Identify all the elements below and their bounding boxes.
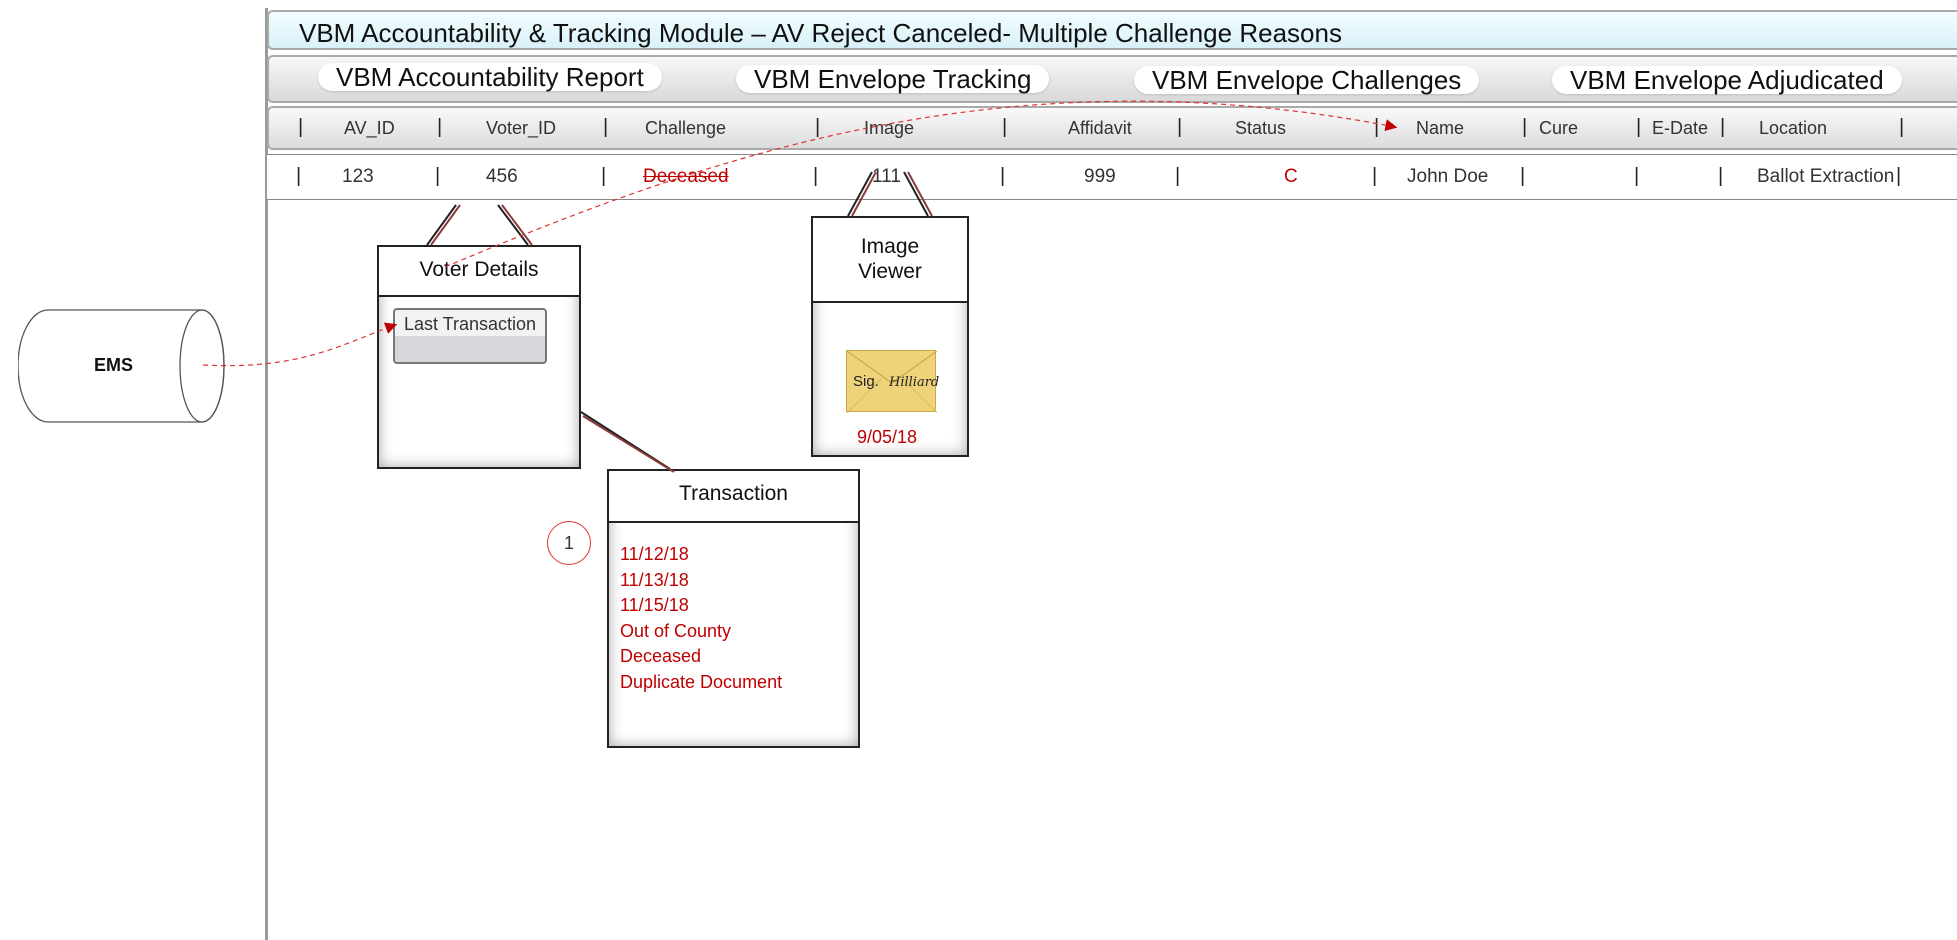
column-separator: |: [815, 116, 821, 138]
column-separator: |: [1720, 116, 1726, 138]
column-separator: |: [603, 116, 609, 138]
tab-accountability-report[interactable]: VBM Accountability Report: [318, 63, 662, 91]
column-separator: |: [1374, 116, 1380, 138]
transaction-line: Out of County: [620, 620, 732, 641]
cell-status: C: [1284, 166, 1298, 187]
tab-envelope-adjudicated[interactable]: VBM Envelope Adjudicated: [1552, 66, 1902, 94]
ems-database: EMS: [17, 309, 228, 430]
transaction-line: Deceased: [620, 646, 702, 667]
transaction-title: Transaction: [609, 471, 858, 523]
column-header-row: | AV_ID | Voter_ID | Challenge | Image |…: [267, 106, 1957, 150]
column-separator: |: [437, 116, 443, 138]
transaction-line: 11/12/18: [620, 544, 689, 564]
table-row[interactable]: | 123 | 456 | Deceased | 111 | 999 | C |…: [267, 154, 1957, 200]
column-separator: |: [298, 116, 304, 138]
column-separator: |: [1000, 165, 1006, 187]
column-header-location[interactable]: Location: [1759, 118, 1827, 139]
column-separator: |: [296, 165, 302, 187]
column-header-edate[interactable]: E-Date: [1652, 118, 1708, 139]
column-header-challenge[interactable]: Challenge: [645, 118, 726, 139]
signature-label: Sig.: [853, 373, 879, 390]
signature-scrawl: Hilliard: [889, 375, 940, 390]
image-date: 9/05/18: [857, 427, 918, 447]
column-separator: |: [1177, 116, 1183, 138]
column-separator: |: [601, 165, 607, 187]
image-viewer-title: Image Viewer: [813, 218, 967, 303]
cell-challenge: Deceased: [643, 166, 729, 187]
image-viewer-panel: Image Viewer: [811, 216, 969, 457]
transaction-list: 11/12/18 11/13/18 11/15/18 Out of County…: [620, 542, 782, 696]
column-header-name[interactable]: Name: [1416, 118, 1464, 139]
cell-av-id: 123: [342, 166, 374, 187]
column-separator: |: [1636, 116, 1642, 138]
column-separator: |: [1896, 165, 1902, 187]
tab-envelope-challenges[interactable]: VBM Envelope Challenges: [1134, 66, 1480, 94]
column-separator: |: [1175, 165, 1181, 187]
module-title: VBM Accountability & Tracking Module – A…: [299, 18, 1342, 48]
column-separator: |: [1520, 165, 1526, 187]
transaction-line: Duplicate Document: [620, 671, 783, 692]
last-transaction-button[interactable]: Last Transaction: [393, 308, 547, 364]
column-separator: |: [1522, 116, 1528, 138]
transaction-line: 11/15/18: [620, 595, 689, 616]
transaction-line: 11/13/18: [620, 569, 689, 590]
column-separator: |: [1372, 165, 1378, 187]
column-header-cure[interactable]: Cure: [1539, 118, 1578, 139]
column-separator: |: [1634, 165, 1640, 187]
ems-label: EMS: [94, 355, 134, 375]
column-separator: |: [1718, 165, 1724, 187]
column-header-status[interactable]: Status: [1235, 118, 1286, 139]
voter-details-title: Voter Details: [379, 247, 579, 297]
column-separator: |: [1899, 116, 1905, 138]
column-header-affidavit[interactable]: Affidavit: [1068, 118, 1132, 139]
column-header-av-id[interactable]: AV_ID: [344, 118, 395, 139]
column-separator: |: [435, 165, 441, 187]
tab-envelope-tracking[interactable]: VBM Envelope Tracking: [736, 65, 1050, 93]
cell-image[interactable]: 111: [872, 166, 901, 188]
cell-location: Ballot Extraction: [1757, 166, 1895, 187]
tab-bar: VBM Accountability Report VBM Envelope T…: [267, 55, 1957, 103]
cell-name: John Doe: [1407, 166, 1489, 187]
module-title-bar: VBM Accountability & Tracking Module – A…: [267, 10, 1957, 50]
cell-voter-id[interactable]: 456: [486, 166, 518, 188]
column-header-image[interactable]: Image: [864, 118, 914, 139]
column-separator: |: [813, 165, 819, 187]
cell-affidavit: 999: [1084, 166, 1116, 187]
envelope-image[interactable]: Sig. Hilliard: [846, 350, 940, 413]
column-header-voter-id[interactable]: Voter_ID: [486, 118, 556, 139]
step-marker: 1: [547, 521, 591, 565]
last-transaction-label: Last Transaction: [403, 314, 537, 334]
column-separator: |: [1002, 116, 1008, 138]
